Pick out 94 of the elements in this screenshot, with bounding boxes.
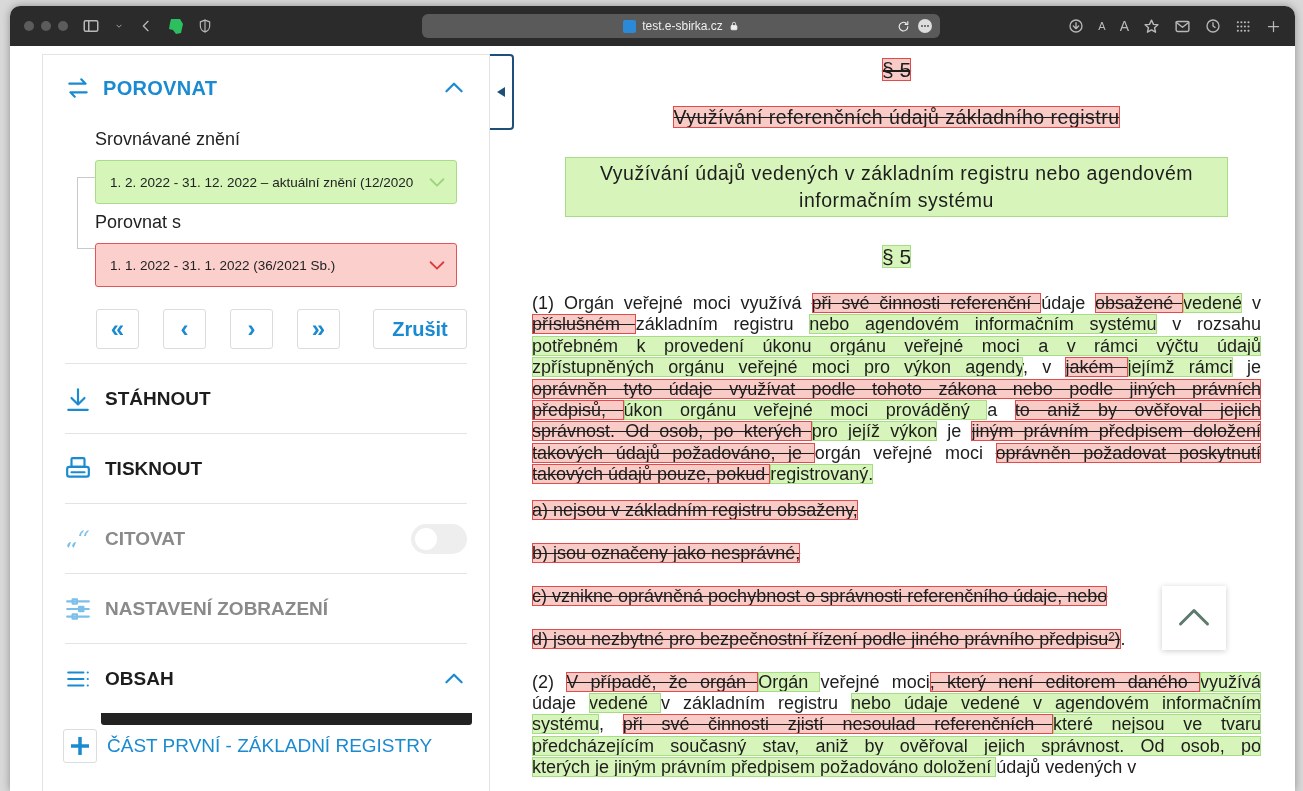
contents-item[interactable]: ČÁST PRVNÍ - ZÁKLADNÍ REGISTRY: [107, 735, 433, 757]
inserted-text: nebo údaje vedené v agendovém informačním: [850, 693, 1261, 714]
document-text: údaje: [1041, 293, 1087, 313]
document-text: a: [987, 400, 999, 421]
document-text: základním registru: [635, 314, 795, 335]
inserted-text: které nejsou ve tvaru: [1052, 714, 1261, 735]
deleted-text: předpisů,: [532, 400, 624, 421]
contents-title[interactable]: OBSAH: [105, 667, 427, 690]
sliders-icon: [65, 595, 91, 622]
inserted-text: potřebném k provedení úkonu orgánu veřejné moci a v rámci výčtu údajů: [532, 335, 1261, 356]
smaller-text-button[interactable]: A: [1098, 20, 1106, 32]
download-icon: [1068, 18, 1085, 34]
inserted-text: úkon orgánu veřejné moci prováděný: [623, 400, 988, 421]
collapse-tab[interactable]: [490, 54, 514, 130]
inserted-text: pro jejíž výkon: [811, 421, 938, 442]
inserted-text: předcházejícím současný stav, aniž by ověřoval jejich správnost. Od osob, po: [532, 735, 1261, 756]
download-icon: [65, 385, 91, 412]
nav-button[interactable]: ›: [230, 309, 273, 349]
field-label: Srovnávané znění: [95, 129, 242, 150]
swap-arrows-icon: [65, 75, 91, 101]
deleted-text: c) vznikne oprávněná pochybnost o správnosti referenčního údaje, nebo: [532, 585, 1108, 606]
shield-icon: [198, 18, 212, 34]
deleted-text: obsažené: [1095, 293, 1184, 313]
inserted-text: vedené: [589, 693, 662, 714]
inserted-text: kterých je jiným právním předpisem požadováno doložení: [532, 757, 997, 778]
compare-title[interactable]: POROVNAT: [103, 76, 429, 100]
plus-icon: [1266, 18, 1281, 34]
more-icon[interactable]: [918, 19, 932, 33]
menu-item[interactable]: TISKNOUT: [105, 457, 467, 480]
inserted-text: jejímž rámci: [1127, 357, 1233, 378]
deleted-text: b) jsou označeny jako nesprávné,: [532, 542, 801, 563]
deleted-text: to aniž by ověřoval jejich: [1014, 400, 1261, 421]
deleted-text: při své činnosti zjistí nesoulad referenčních: [622, 714, 1053, 735]
document-text: je: [945, 421, 963, 442]
lock-icon: [728, 21, 739, 31]
deleted-text: při své činnosti referenční: [811, 293, 1042, 313]
version-select[interactable]: 1. 2. 2022 - 31. 12. 2022 – aktuální znění (12/2020: [95, 160, 457, 204]
larger-text-button[interactable]: A: [1119, 18, 1129, 34]
url-text: test.e-sbirka.cz: [642, 19, 723, 33]
deleted-text: V případě, že orgán: [566, 671, 759, 692]
document-text: (1) Orgán veřejné moci využívá: [532, 293, 803, 313]
nav-button[interactable]: «: [96, 309, 139, 349]
deleted-text: oprávněn tyto údaje využívat podle tohoto zákona nebo podle jiných právních: [532, 378, 1261, 399]
clock-icon: [1205, 18, 1221, 34]
menu-item[interactable]: STÁHNOUT: [105, 387, 467, 410]
document-text: orgán veřejné moci: [814, 442, 984, 463]
document-text: .: [1120, 628, 1126, 649]
inserted-text: § 5: [881, 245, 912, 268]
document-text: (2): [532, 671, 555, 692]
nav-button[interactable]: ‹: [163, 309, 206, 349]
sidebar-icon: [82, 17, 100, 35]
deleted-text: správnost. Od osob, po kterých: [532, 421, 812, 442]
document-text: v základním registru: [661, 693, 839, 714]
document-text: v rozsahu: [1171, 314, 1261, 335]
document-text: , v: [1023, 357, 1053, 378]
site-icon: [623, 19, 637, 33]
inserted-text: vedené: [1183, 293, 1243, 313]
inserted-text: Využívání údajů vedených v základním registru nebo agendovém informačním systému: [565, 157, 1228, 217]
document-text: údaje: [532, 693, 578, 714]
inserted-text: zpřístupněných orgánu veřejné moci pro výkon agendy: [532, 357, 1024, 378]
address-bar[interactable]: test.e-sbirka.cz: [422, 14, 940, 38]
inserted-text: Orgán: [758, 671, 821, 692]
deleted-text: takových údajů požadováno, je: [532, 442, 815, 463]
minimize-window-dot[interactable]: [41, 21, 51, 31]
deleted-text: oprávněn požadovat poskytnutí: [995, 442, 1261, 463]
document-text: veřejné moci: [820, 671, 930, 692]
scroll-top-button[interactable]: [1162, 586, 1226, 650]
deleted-text: , který není editorem daného: [929, 671, 1200, 692]
collapse-arrow-icon: [497, 87, 505, 97]
plus-icon: [68, 734, 92, 758]
deleted-text: § 5: [881, 58, 912, 81]
document-text: je: [1245, 357, 1261, 378]
deleted-text: a) nejsou v základním registru obsaženy,: [532, 499, 858, 520]
deleted-text: příslušném: [532, 314, 636, 335]
inserted-text: registrovaný.: [770, 464, 874, 485]
expand-button[interactable]: [63, 729, 97, 763]
zoom-window-dot[interactable]: [58, 21, 68, 31]
deleted-text: takových údajů pouze, pokud: [532, 464, 771, 485]
inserted-text: systému: [532, 714, 600, 735]
document-text: údajů vedených v: [996, 757, 1137, 778]
nav-button[interactable]: »: [297, 309, 340, 349]
deleted-text: jiným právním předpisem doložení: [971, 421, 1261, 442]
deleted-text: Využívání referenčních údajů základního registru: [673, 106, 1120, 128]
reload-icon: [897, 19, 910, 33]
star-icon: [1143, 17, 1160, 35]
document-text: ,: [599, 714, 606, 735]
inserted-text: využívá: [1200, 671, 1262, 692]
document-text: v: [1251, 293, 1261, 313]
deleted-text: jakém: [1065, 357, 1128, 378]
close-window-dot[interactable]: [24, 21, 34, 31]
cancel-button[interactable]: Zrušit: [373, 309, 467, 349]
inserted-text: nebo agendovém informačním systému: [809, 314, 1157, 335]
field-label: Porovnat s: [95, 212, 183, 233]
version-select[interactable]: 1. 1. 2022 - 31. 1. 2022 (36/2021 Sb.): [95, 243, 457, 287]
